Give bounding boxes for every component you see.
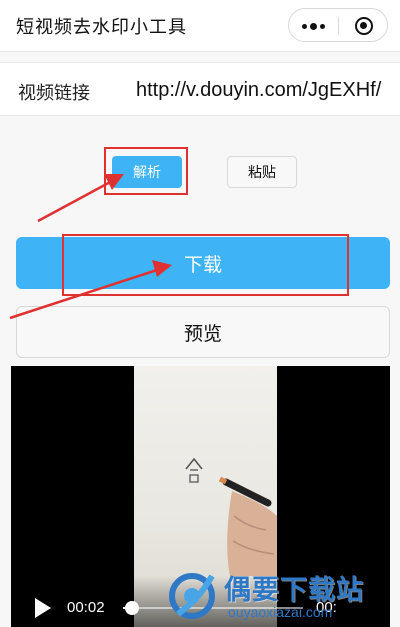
preview-button[interactable]: 预览 [16, 306, 390, 358]
mini-program-capsule [288, 8, 388, 42]
play-icon[interactable] [35, 598, 51, 618]
progress-thumb[interactable] [125, 601, 139, 615]
parse-button[interactable]: 解析 [112, 156, 182, 188]
handwriting-image [185, 457, 277, 576]
site-watermark: 偶要下载站 ouyaoxiazai.com [168, 566, 400, 627]
target-close-icon[interactable] [339, 9, 389, 43]
video-link-label: 视频链接 [18, 83, 90, 104]
watermark-logo-icon [169, 573, 215, 619]
more-dots-icon[interactable] [289, 9, 338, 43]
page-title: 短视频去水印小工具 [16, 17, 187, 38]
current-time: 00:02 [67, 599, 105, 616]
watermark-title: 偶要下载站 [224, 575, 364, 606]
watermark-url: ouyaoxiazai.com [228, 604, 333, 620]
video-link-row: 视频链接 [0, 62, 400, 116]
title-bar: 短视频去水印小工具 [0, 0, 400, 52]
paste-button[interactable]: 粘贴 [227, 156, 297, 188]
download-button[interactable]: 下载 [16, 237, 390, 289]
video-link-input[interactable] [136, 76, 396, 104]
